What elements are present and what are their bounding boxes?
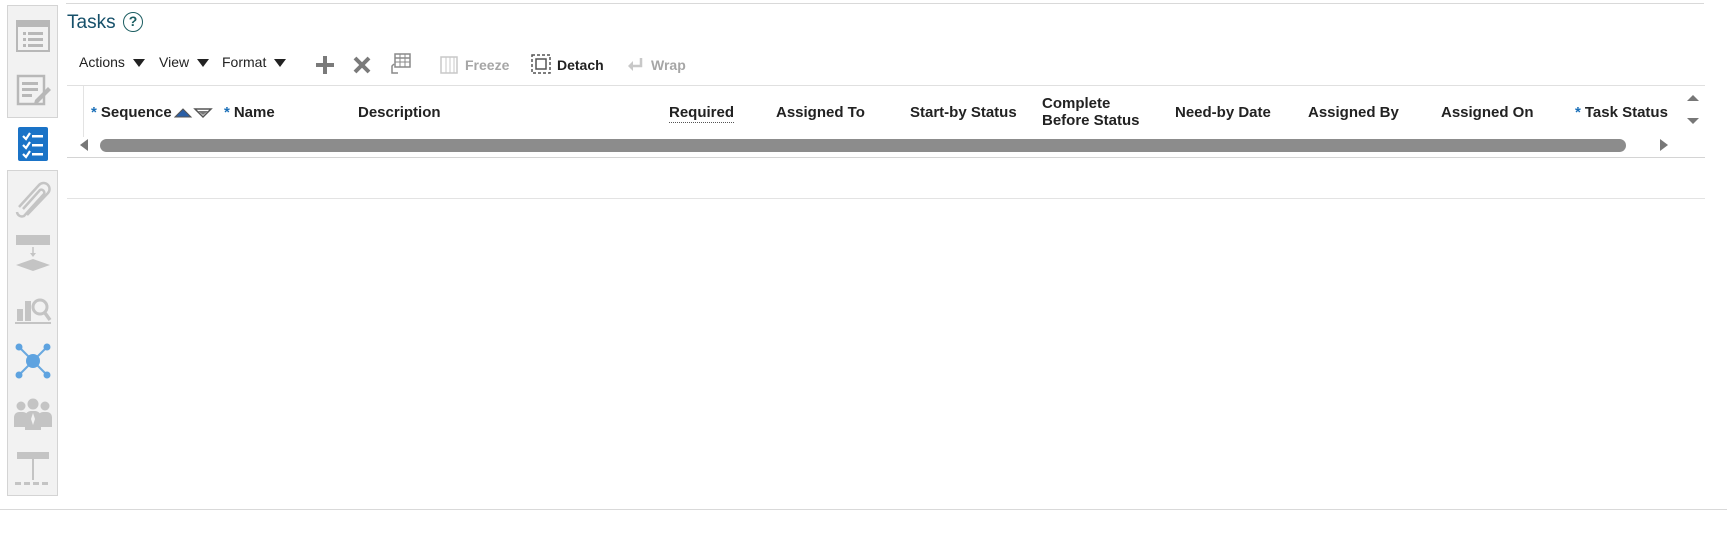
column-header-sequence[interactable]: * Sequence — [91, 104, 172, 121]
column-label: Required — [669, 104, 735, 123]
column-header-assigned-to[interactable]: Assigned To — [776, 104, 865, 121]
column-header-task-status[interactable]: * Task Status — [1575, 104, 1668, 121]
edit-document-icon — [16, 74, 51, 106]
rail-item-hierarchy[interactable] — [8, 442, 57, 496]
column-header-required[interactable]: Required — [669, 104, 735, 123]
horizontal-scrollbar-thumb[interactable] — [100, 139, 1626, 152]
scroll-right-icon[interactable] — [1658, 138, 1670, 152]
column-header-divider — [83, 86, 84, 137]
required-marker: * — [224, 104, 230, 121]
actions-menu-label: Actions — [79, 54, 125, 70]
side-panel-rail — [7, 5, 58, 496]
people-group-icon — [13, 398, 52, 430]
column-header-complete-before-status[interactable]: Complete Before Status — [1042, 95, 1140, 129]
column-header-assigned-on[interactable]: Assigned On — [1441, 104, 1534, 121]
chevron-down-icon — [274, 59, 287, 68]
table-columns-icon[interactable] — [390, 52, 412, 76]
detach-icon[interactable] — [531, 54, 551, 74]
column-label: Sequence — [100, 104, 172, 121]
delete-icon[interactable] — [352, 55, 372, 75]
rail-item-analytics[interactable] — [8, 280, 57, 334]
column-header-start-by-status[interactable]: Start-by Status — [910, 104, 1017, 121]
rail-item-network[interactable] — [8, 334, 57, 388]
rail-item-attachments[interactable] — [8, 172, 57, 226]
column-label: Task Status — [1584, 104, 1668, 121]
column-label-line: Complete — [1042, 95, 1111, 112]
rail-item-people[interactable] — [8, 388, 57, 442]
wrap-button: Wrap — [651, 57, 686, 73]
column-header-need-by-date[interactable]: Need-by Date — [1175, 104, 1271, 121]
scroll-down-icon[interactable] — [1686, 116, 1700, 126]
add-icon[interactable] — [315, 55, 335, 75]
required-marker: * — [1575, 104, 1581, 121]
chevron-down-icon — [197, 59, 210, 68]
column-label: Name — [233, 104, 275, 121]
paperclip-icon — [15, 181, 51, 218]
detach-button[interactable]: Detach — [557, 57, 604, 73]
rail-item-workflow[interactable] — [8, 226, 57, 280]
freeze-icon — [440, 56, 458, 74]
scroll-up-icon[interactable] — [1686, 93, 1700, 103]
column-label-line: Before Status — [1042, 112, 1140, 129]
chevron-down-icon — [132, 59, 145, 68]
required-marker: * — [91, 104, 97, 121]
column-header-description[interactable]: Description — [358, 104, 441, 121]
task-checklist-icon — [17, 127, 48, 161]
top-divider — [66, 3, 1704, 4]
table-body-bottom-border — [67, 198, 1705, 199]
actions-menu[interactable]: Actions — [79, 54, 145, 70]
search-analytics-icon — [14, 298, 51, 324]
rail-item-overview[interactable] — [8, 9, 57, 63]
hierarchy-icon — [14, 452, 49, 485]
scroll-left-icon[interactable] — [78, 138, 90, 152]
help-icon[interactable]: ? — [123, 12, 143, 32]
column-header-name[interactable]: * Name — [224, 104, 275, 121]
workflow-diagram-icon — [15, 235, 50, 271]
column-header-assigned-by[interactable]: Assigned By — [1308, 104, 1399, 121]
list-document-icon — [15, 20, 50, 52]
view-menu[interactable]: View — [159, 54, 210, 70]
page-title: Tasks — [67, 12, 116, 33]
freeze-button: Freeze — [465, 57, 510, 73]
rail-item-tasks[interactable] — [7, 117, 58, 171]
format-menu-label: Format — [222, 54, 267, 70]
sort-toggle-icon[interactable] — [173, 106, 214, 120]
rail-item-edit[interactable] — [8, 63, 57, 117]
bottom-divider — [0, 509, 1727, 510]
network-hub-icon — [15, 343, 50, 379]
format-menu[interactable]: Format — [222, 54, 287, 70]
view-menu-label: View — [159, 54, 190, 70]
sort-controls — [173, 106, 214, 125]
wrap-icon — [628, 58, 643, 71]
